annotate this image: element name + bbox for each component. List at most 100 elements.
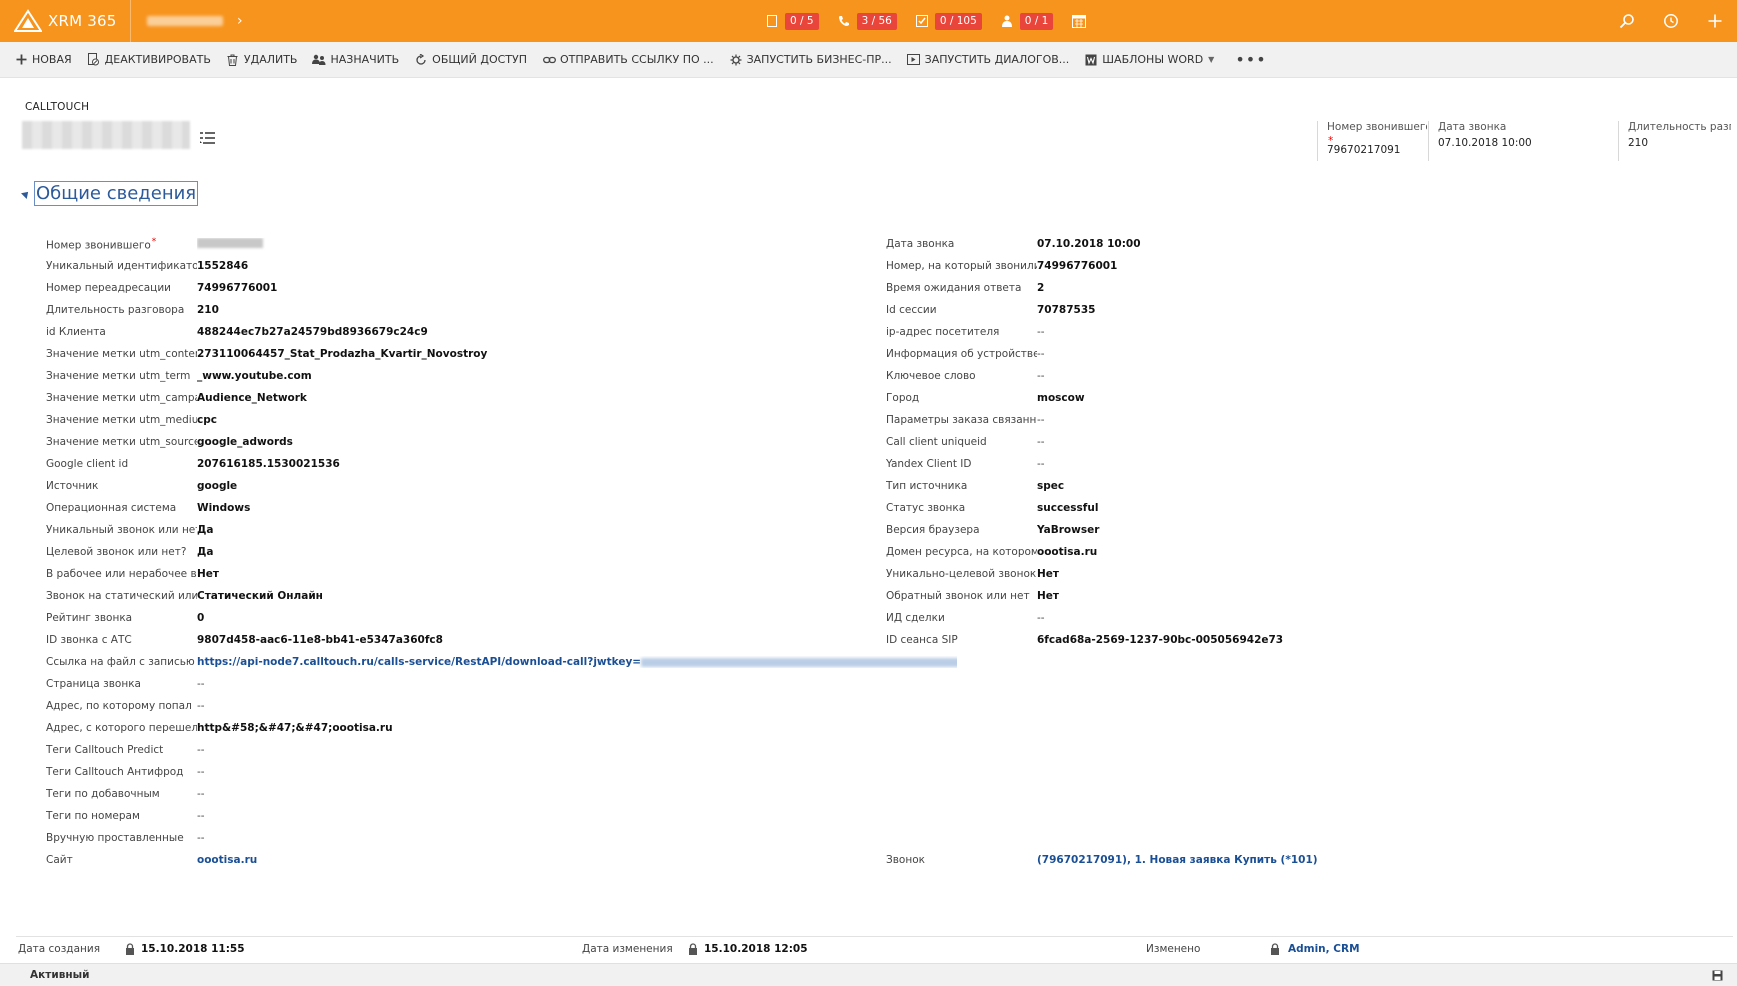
counter-persons[interactable]: 0 / 1: [1000, 12, 1054, 30]
assign-button[interactable]: НАЗНАЧИТЬ: [312, 53, 399, 67]
history-icon[interactable]: [1649, 0, 1693, 42]
field-value[interactable]: successful: [1037, 502, 1537, 514]
field-value[interactable]: 207616185.1530021536: [197, 458, 957, 470]
field-value[interactable]: --: [1037, 458, 1537, 470]
field-label: Операционная система: [46, 502, 197, 514]
field-value[interactable]: --: [197, 744, 957, 756]
counter-tasks[interactable]: 0 / 105: [915, 12, 982, 30]
call-link[interactable]: (79670217091), 1. Новая заявка Купить (*…: [1037, 854, 1537, 866]
field-value[interactable]: --: [197, 766, 957, 778]
field-value[interactable]: --: [1037, 612, 1537, 624]
record-status: Активный: [30, 969, 90, 981]
field-value[interactable]: --: [197, 700, 957, 712]
field-value-text: --: [1037, 436, 1045, 448]
field-value[interactable]: Да: [197, 524, 957, 536]
field-value[interactable]: --: [197, 832, 957, 844]
field-value[interactable]: Windows: [197, 502, 957, 514]
field-value-text: http&#58;&#47;&#47;oootisa.ru: [197, 722, 393, 734]
send-link-button-label: ОТПРАВИТЬ ССЫЛКУ ПО ...: [560, 53, 714, 66]
field-value[interactable]: 74996776001: [1037, 260, 1537, 272]
field-value[interactable]: http&#58;&#47;&#47;oootisa.ru: [197, 722, 957, 734]
field-value[interactable]: --: [1037, 370, 1537, 382]
record-name-blurred: [22, 121, 190, 149]
counter-documents[interactable]: 0 / 5: [765, 12, 819, 30]
field-label-text: Теги Calltouch Predict: [46, 744, 164, 756]
field-value[interactable]: --: [1037, 326, 1537, 338]
delete-button[interactable]: УДАЛИТЬ: [226, 53, 297, 67]
field-value[interactable]: Нет: [197, 568, 957, 580]
field-value-text: --: [1037, 370, 1045, 382]
field-value-text: Нет: [197, 568, 219, 580]
field-value[interactable]: https://api-node7.calltouch.ru/calls-ser…: [197, 656, 957, 668]
chevron-right-icon[interactable]: ›: [237, 13, 243, 29]
right-field-column: Дата звонка 07.10.2018 10:00 Номер, на кот…: [886, 233, 1537, 871]
field-label-text: Значение метки utm_campaign: [46, 392, 197, 404]
workflow-icon: [729, 53, 743, 67]
field-value[interactable]: --: [197, 810, 957, 822]
field-value[interactable]: oootisa.ru: [1037, 546, 1537, 558]
field-value[interactable]: _www.youtube.com: [197, 370, 957, 382]
field-value[interactable]: --: [197, 678, 957, 690]
field-value[interactable]: Нет: [1037, 568, 1537, 580]
field-value[interactable]: Статический Онлайн: [197, 590, 957, 602]
header-field-call-date[interactable]: Дата звонка 07.10.2018 10:00: [1428, 121, 1618, 161]
field-value[interactable]: 1552846: [197, 260, 957, 272]
breadcrumb[interactable]: ›: [139, 0, 251, 42]
run-dialog-button[interactable]: ЗАПУСТИТЬ ДИАЛОГОВ...: [907, 53, 1069, 67]
field-value[interactable]: Нет: [1037, 590, 1537, 602]
field-value[interactable]: 0: [197, 612, 957, 624]
field-label-text: Длительность разговора: [46, 304, 185, 316]
field-value[interactable]: 74996776001: [197, 282, 957, 294]
field-value[interactable]: google: [197, 480, 957, 492]
deactivate-button[interactable]: ДЕАКТИВИРОВАТЬ: [87, 53, 211, 67]
field-value[interactable]: oootisa.ru: [197, 854, 957, 866]
share-button[interactable]: ОБЩИЙ ДОСТУП: [414, 53, 527, 67]
save-icon[interactable]: [1712, 970, 1723, 984]
field-value[interactable]: 6fcad68a-2569-1237-90bc-005056942e73: [1037, 634, 1537, 646]
modified-by-link[interactable]: Admin, CRM: [1288, 943, 1360, 955]
search-icon[interactable]: [1605, 0, 1649, 42]
field-value[interactable]: --: [1037, 436, 1537, 448]
field-value-text: oootisa.ru: [1037, 546, 1098, 558]
field-value[interactable]: cpc: [197, 414, 957, 426]
logo-icon: [14, 9, 42, 33]
field-value[interactable]: spec: [1037, 480, 1537, 492]
field-label-text: Номер, на который звонили: [886, 260, 1037, 272]
field-value[interactable]: 9807d458-aac6-11e8-bb41-e5347a360fc8: [197, 634, 957, 646]
calendar-icon[interactable]: [1071, 13, 1087, 29]
field-value[interactable]: Audience_Network: [197, 392, 957, 404]
counter-calls[interactable]: 3 / 56: [837, 12, 897, 30]
run-workflow-button[interactable]: ЗАПУСТИТЬ БИЗНЕС-ПР...: [729, 53, 892, 67]
more-commands-icon[interactable]: •••: [1235, 50, 1266, 69]
field-value[interactable]: 488244ec7b27a24579bd8936679c24c9: [197, 326, 957, 338]
field-value[interactable]: 70787535: [1037, 304, 1537, 316]
field-value[interactable]: --: [1037, 348, 1537, 360]
field-value[interactable]: moscow: [1037, 392, 1537, 404]
send-link-button[interactable]: ОТПРАВИТЬ ССЫЛКУ ПО ...: [542, 53, 714, 67]
form-selector-icon[interactable]: [200, 132, 216, 147]
word-templates-button[interactable]: ШАБЛОНЫ WORD ▼: [1084, 53, 1214, 67]
field-label-text: Сайт: [46, 854, 73, 866]
field-value[interactable]: --: [1037, 414, 1537, 426]
field-value[interactable]: 210: [197, 304, 957, 316]
field-value[interactable]: Да: [197, 546, 957, 558]
field-value[interactable]: --: [197, 788, 957, 800]
field-value[interactable]: YaBrowser: [1037, 524, 1537, 536]
header-field-caller-number[interactable]: Номер звонившего * 79670217091: [1317, 121, 1427, 161]
field-value[interactable]: 273110064457_Stat_Prodazha_Kvartir_Novos…: [197, 348, 957, 360]
field-row: Обратный звонок или нет Нет: [886, 585, 1537, 607]
field-label: Звонок на статический или динамический: [46, 590, 197, 602]
section-header[interactable]: Общие сведения: [21, 181, 199, 206]
field-value[interactable]: 07.10.2018 10:00: [1037, 238, 1537, 250]
new-button[interactable]: НОВАЯ: [14, 53, 72, 67]
field-link[interactable]: https://api-node7.calltouch.ru/calls-ser…: [197, 656, 641, 668]
field-row: Параметры заказа связанные --: [886, 409, 1537, 431]
field-value[interactable]: google_adwords: [197, 436, 957, 448]
field-link[interactable]: oootisa.ru: [197, 854, 257, 866]
plus-icon[interactable]: [1693, 0, 1737, 42]
field-value[interactable]: [197, 237, 957, 251]
header-field-duration[interactable]: Длительность разговора 210: [1618, 121, 1731, 161]
field-value[interactable]: 2: [1037, 282, 1537, 294]
collapse-triangle-icon[interactable]: [21, 188, 31, 199]
app-logo[interactable]: XRM 365: [0, 0, 120, 42]
